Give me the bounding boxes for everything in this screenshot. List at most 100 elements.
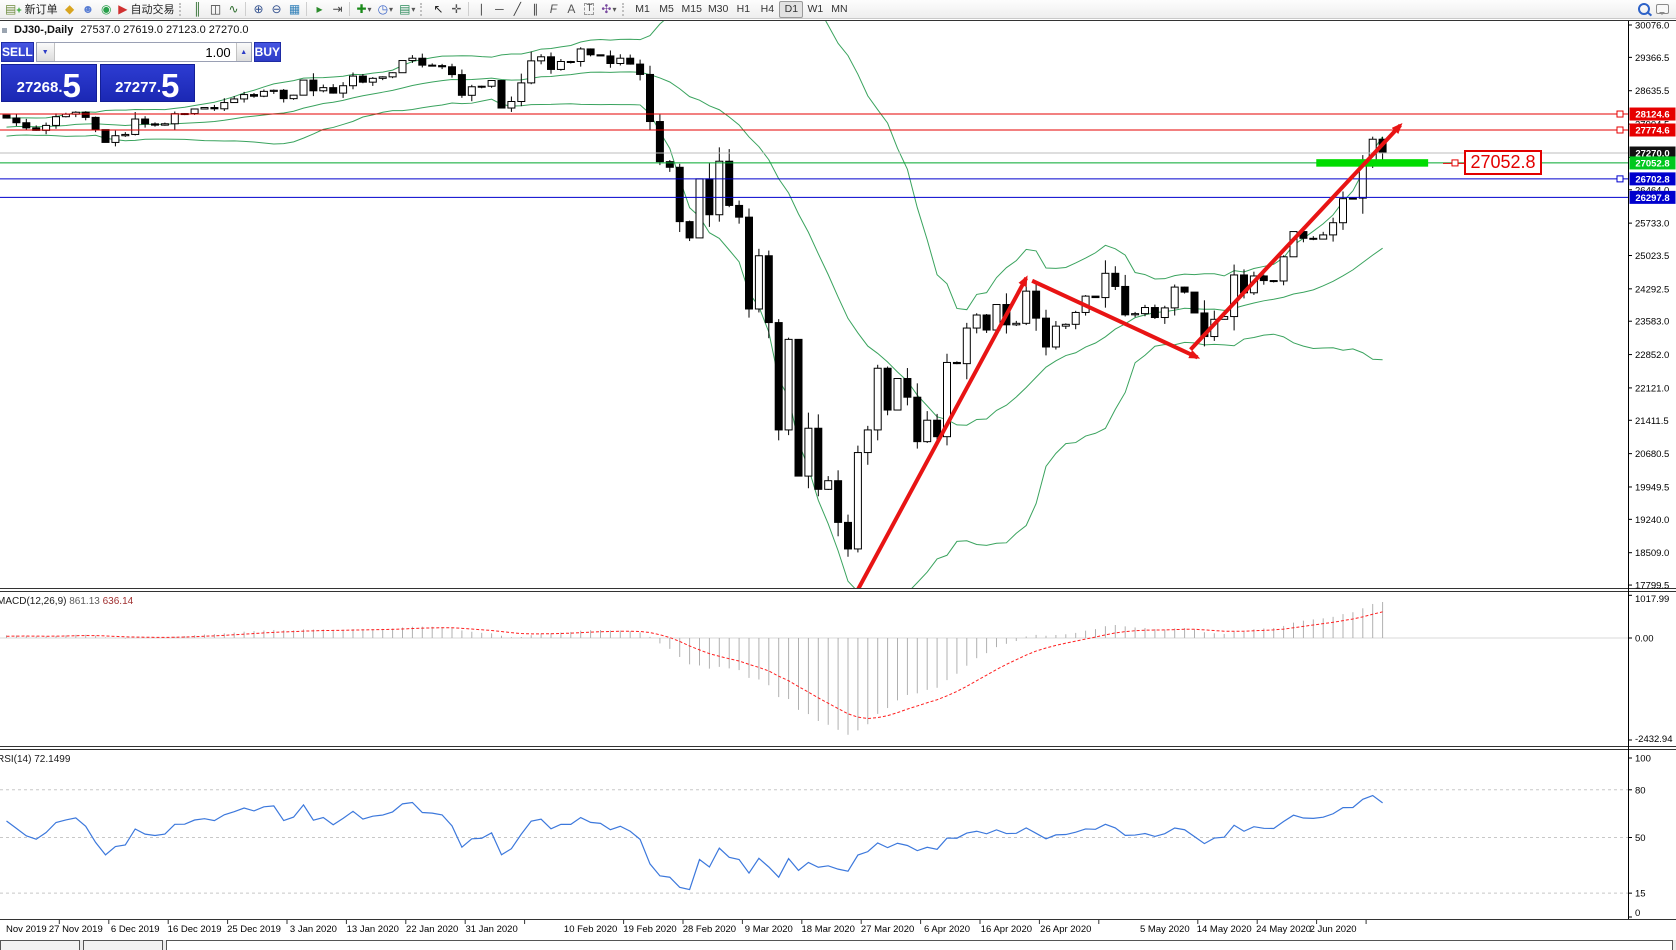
timeframe-button-M1[interactable]: M1 [631,1,655,18]
timeframe-button-M15[interactable]: M15 [679,1,705,18]
new-order-label: 新订单 [25,1,58,17]
vertical-line-button[interactable]: ∣ [472,1,490,18]
auto-scroll-button[interactable]: ▸ [310,1,328,18]
green-zone-band [1316,159,1428,167]
text-label-button[interactable]: T [580,1,598,18]
volume-decrease-button[interactable]: ▼ [37,43,55,61]
search-button[interactable] [1635,1,1653,18]
rsi-value: 72.1499 [34,754,70,765]
indicators-button[interactable]: ✚▾ [353,1,374,18]
svg-text:28635.5: 28635.5 [1635,86,1669,97]
template-icon: ▤ [399,3,410,15]
svg-text:80: 80 [1635,785,1646,796]
svg-text:28124.6: 28124.6 [1635,110,1669,121]
toolbar-separator [306,2,307,16]
volume-control: ▼ ▲ [36,42,252,62]
chat-button[interactable] [1653,1,1672,18]
gold-button[interactable]: ◆ [61,1,79,18]
bar-chart-button[interactable]: ║ [188,1,206,18]
horizontal-line-button[interactable]: ─ [490,1,508,18]
buy-price-main: 27277 [115,80,157,100]
new-order-button[interactable]: ▤+ 新订单 [2,1,61,18]
text-icon: A [567,3,575,15]
timeframe-button-W1[interactable]: W1 [803,1,827,18]
candlestick-icon: ◫ [210,3,221,15]
svg-text:27 Mar 2020: 27 Mar 2020 [861,924,914,935]
autotrading-icon: ▶ [118,3,127,15]
timeframe-button-M30[interactable]: M30 [705,1,731,18]
svg-text:26 Apr 2020: 26 Apr 2020 [1040,924,1091,935]
svg-text:22852.0: 22852.0 [1635,350,1669,361]
gold-icon: ◆ [65,3,74,15]
timeframe-button-M5[interactable]: M5 [655,1,679,18]
chart-tab[interactable] [83,940,163,950]
bar-chart-icon: ║ [193,3,202,15]
tile-windows-icon: ▦ [289,3,300,15]
zoom-in-button[interactable]: ⊕ [249,1,267,18]
main-toolbar: ▤+ 新订单 ◆ ☻ ◉ ▶ 自动交易 ║ ◫ ∿ ⊕ ⊖ ▦ ▸ ⇥ ✚▾ ◷… [0,0,1676,19]
tile-windows-button[interactable]: ▦ [285,1,303,18]
trendline-button[interactable]: ╱ [508,1,526,18]
timeframe-button-H4[interactable]: H4 [755,1,779,18]
timeframe-button-MN[interactable]: MN [827,1,851,18]
zoom-out-button[interactable]: ⊖ [267,1,285,18]
chart-shift-button[interactable]: ⇥ [328,1,346,18]
svg-text:100: 100 [1635,754,1651,765]
crosshair-button[interactable]: ✛ [447,1,465,18]
buy-price-big-digit: 5 [161,72,179,99]
svg-text:25023.5: 25023.5 [1635,251,1669,262]
signal-button[interactable]: ◉ [97,1,115,18]
trading-terminal-window: 30076.029366.528635.527904.527174.026464… [0,0,1676,950]
chevron-down-icon: ▾ [368,5,372,14]
autotrading-button[interactable]: ▶ 自动交易 [115,1,177,18]
auto-scroll-icon: ▸ [316,3,322,15]
volume-input[interactable] [55,43,236,61]
buy-button[interactable]: BUY [254,42,281,62]
rsi-name: RSI(14) [0,754,31,765]
templates-button[interactable]: ▤▾ [396,1,418,18]
volume-increase-button[interactable]: ▲ [236,43,251,61]
text-button[interactable]: A [562,1,580,18]
svg-text:30076.0: 30076.0 [1635,21,1669,32]
fibonacci-button[interactable]: F [544,1,562,18]
signal-icon: ◉ [101,3,111,15]
svg-text:24 May 2020: 24 May 2020 [1256,924,1311,935]
line-chart-button[interactable]: ∿ [224,1,242,18]
arrows-button[interactable]: ✣▾ [598,1,619,18]
cursor-button[interactable]: ↖ [429,1,447,18]
toolbar-separator [468,2,469,16]
svg-text:22121.0: 22121.0 [1635,383,1669,394]
svg-text:16 Apr 2020: 16 Apr 2020 [981,924,1032,935]
buy-price-display[interactable]: 27277.5 [100,64,196,102]
svg-text:24292.5: 24292.5 [1635,284,1669,295]
svg-text:3 Jan 2020: 3 Jan 2020 [290,924,337,935]
svg-text:50: 50 [1635,833,1646,844]
sell-button[interactable]: SELL [1,42,34,62]
candlestick-chart-button[interactable]: ◫ [206,1,224,18]
sell-price-display[interactable]: 27268.5 [1,64,97,102]
svg-text:19240.0: 19240.0 [1635,515,1669,526]
timeframe-button-H1[interactable]: H1 [731,1,755,18]
periods-button[interactable]: ◷▾ [375,1,397,18]
channel-button[interactable]: ∥ [526,1,544,18]
chevron-down-icon: ▾ [612,5,616,14]
svg-text:19949.5: 19949.5 [1635,482,1669,493]
chart-tab[interactable] [0,940,80,950]
chart-canvas[interactable]: 30076.029366.528635.527904.527174.026464… [0,0,1676,950]
svg-text:5 May 2020: 5 May 2020 [1140,924,1190,935]
svg-text:26702.8: 26702.8 [1635,174,1669,185]
price-annotation-label[interactable]: 27052.8 [1464,150,1542,175]
chart-tab-active[interactable] [166,940,1673,950]
timeframe-button-D1[interactable]: D1 [779,1,803,18]
chart-symbol-period: DJ30-,Daily [14,24,73,36]
svg-text:25733.0: 25733.0 [1635,219,1669,230]
svg-text:1017.99: 1017.99 [1635,594,1669,605]
sell-price-main: 27268 [17,80,59,100]
svg-text:27052.8: 27052.8 [1635,158,1669,169]
svg-text:Nov 2019: Nov 2019 [6,924,47,935]
svg-text:19 Feb 2020: 19 Feb 2020 [623,924,676,935]
trendline-icon: ╱ [514,3,521,15]
svg-text:13 Jan 2020: 13 Jan 2020 [347,924,399,935]
vertical-line-icon: ∣ [478,3,484,15]
contacts-button[interactable]: ☻ [79,1,98,18]
